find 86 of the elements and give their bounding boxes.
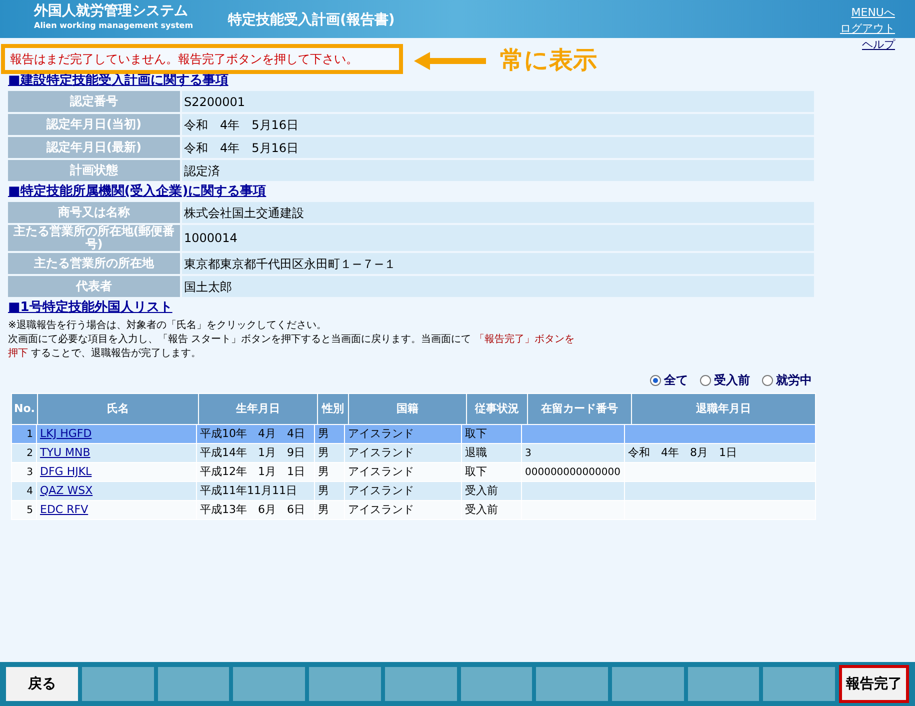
column-header: 従事状況 [467,394,527,424]
field-value: 認定済 [182,160,814,181]
header-link[interactable]: ヘルプ [862,37,895,53]
instruction-text: ※退職報告を行う場合は、対象者の「氏名」をクリックしてください。 [8,319,328,333]
field-label: 主たる営業所の所在地 [8,253,180,274]
field-label: 主たる営業所の所在地(郵便番号) [8,225,180,251]
back-button[interactable]: 戻る [6,667,78,701]
table-cell-text: 1 [26,428,33,442]
table-cell-text: アイスランド [348,482,414,499]
table-row[interactable]: 2 TYU MNB 平成14年 1月 9日 男 アイスランド 退職 3 令和 4年 8月 1日 [12,444,815,462]
table-cell-text: 平成11年11月11日 [200,482,297,499]
field-label: 計画状態 [8,160,180,181]
empty-button-slot [158,667,230,701]
empty-button-slot [309,667,381,701]
field-value: S2200001 [182,91,814,112]
table-row[interactable]: 5 EDC RFV 平成13年 6月 6日 男 アイスランド 受入前 [12,501,815,519]
table-cell-text: 取下 [465,426,487,442]
table-cell-text: 3 [26,466,33,480]
table-cell-text: 令和 4年 8月 1日 [628,444,737,461]
table-cell-text: 3 [525,446,532,460]
table-cell-text: 男 [318,482,329,499]
table-cell-text: 男 [318,502,329,518]
column-header: 性別 [318,394,348,424]
table-cell-text: 平成13年 6月 6日 [200,502,305,518]
table-cell-text: 男 [318,464,329,480]
field-label: 認定年月日(当初) [8,114,180,135]
table-row[interactable]: 4 QAZ WSX 平成11年11月11日 男 アイスランド 受入前 [12,482,815,500]
empty-button-slot [536,667,608,701]
table-cell-text: アイスランド [348,464,414,480]
table-cell-text: 男 [318,444,329,461]
field-value: 令和 4年 5月16日 [182,137,814,158]
column-header: No. [12,394,37,424]
system-name: 外国人就労管理システム [34,2,189,20]
header-link[interactable]: MENUへ [851,5,895,21]
field-label: 代表者 [8,276,180,297]
field-value: 令和 4年 5月16日 [182,114,814,135]
arrow-icon [414,52,486,70]
section-heading: ■1号特定技能外国人リスト [8,299,174,317]
table-cell-text: アイスランド [348,502,414,518]
system-subtitle: Alien working management system [34,20,194,32]
column-header: 生年月日 [199,394,317,424]
table-cell-text: 取下 [465,464,487,480]
callout-text: 常に表示 [500,46,597,74]
filter-radio[interactable]: 就労中 [762,371,812,389]
empty-button-slot [460,667,532,701]
field-label: 認定年月日(最新) [8,137,180,158]
table-row[interactable]: 3 DFG HJKL 平成12年 1月 1日 男 アイスランド 取下 000000000000000 [12,463,815,481]
empty-button-slot [688,667,760,701]
name-link[interactable]: QAZ WSX [40,482,93,500]
name-link[interactable]: EDC RFV [40,502,88,518]
column-header: 氏名 [38,394,198,424]
field-value: 株式会社国土交通建設 [182,202,814,223]
section-heading: ■特定技能所属機関(受入企業)に関する事項 [8,183,268,201]
table-row[interactable]: 1 LKJ HGFD 平成10年 4月 4日 男 アイスランド 取下 [12,425,815,443]
table-cell-text: 退職 [465,444,487,461]
column-header: 在留カード番号 [528,394,631,424]
instruction-text: 次画面にて必要な項目を入力し、「報告 スタート」ボタンを押下すると当画面に戻ります。当画面にて 「報告完了」ボタンを押下 することで、退職報告が完了します。 [8,333,576,361]
field-label: 認定番号 [8,91,180,112]
filter-radio[interactable]: 受入前 [700,371,750,389]
header-link[interactable]: ログアウト [840,21,895,37]
table-cell-text: アイスランド [348,444,414,461]
table-cell-text: 平成14年 1月 9日 [200,444,305,461]
column-header: 国籍 [349,394,466,424]
table-cell-text: 受入前 [465,502,498,518]
complete-button[interactable]: 報告完了 [839,665,910,703]
table-cell-text: 2 [26,446,33,460]
field-value: 東京都東京都千代田区永田町１−７−１ [182,253,814,274]
name-link[interactable]: DFG HJKL [40,464,92,480]
table-cell-text: 5 [26,504,33,518]
table-cell-text: 000000000000000 [525,466,620,480]
column-header: 退職年月日 [632,394,815,424]
table-cell-text: 受入前 [465,482,498,499]
page-title: 特定技能受入計画(報告書) [226,10,395,30]
table-cell-text: 平成10年 4月 4日 [200,426,305,442]
field-value: 国土太郎 [182,276,814,297]
field-value: 1000014 [182,225,814,251]
filter-radio[interactable]: 全て [650,371,688,389]
table-cell-text: 平成12年 1月 1日 [200,464,305,480]
table-cell-text: 4 [26,484,33,498]
name-link[interactable]: LKJ HGFD [40,426,92,442]
notice-message: 報告はまだ完了していません。報告完了ボタンを押して下さい。 [10,51,358,68]
name-link[interactable]: TYU MNB [40,444,90,462]
empty-button-slot [82,667,154,701]
table-cell-text: 男 [318,426,329,442]
field-label: 商号又は名称 [8,202,180,223]
table-cell-text: アイスランド [348,426,414,442]
